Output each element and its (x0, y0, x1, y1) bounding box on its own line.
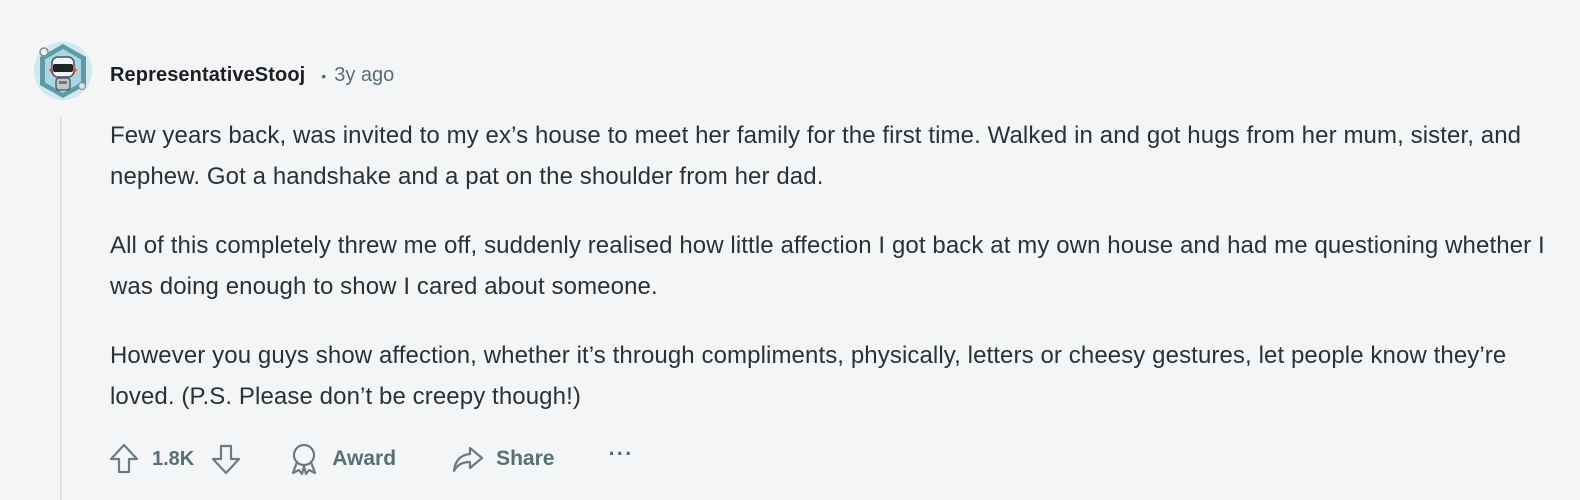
comment: RepresentativeStooj • 3y ago Few years b… (0, 0, 1580, 500)
downvote-arrow-icon[interactable] (208, 441, 244, 477)
award-button[interactable]: Award (288, 442, 396, 476)
separator-dot: • (321, 68, 327, 84)
action-bar: 1.8K Award Share ··· (106, 436, 633, 482)
award-label: Award (332, 447, 397, 470)
comment-paragraph: However you guys show affection, whether… (110, 342, 1507, 410)
avatar[interactable] (32, 40, 94, 102)
timestamp[interactable]: 3y ago (334, 64, 394, 87)
upvote-arrow-icon[interactable] (106, 441, 142, 477)
vote-count: 1.8K (152, 447, 195, 470)
thread-line[interactable] (60, 118, 62, 500)
comment-header: RepresentativeStooj • 3y ago (110, 58, 394, 92)
username[interactable]: RepresentativeStooj (110, 64, 305, 87)
comment-paragraph: All of this completely threw me off, sud… (110, 232, 1545, 300)
robot-avatar-icon (34, 42, 92, 100)
award-icon (288, 442, 320, 476)
comment-paragraph: Few years back, was invited to my ex’s h… (110, 122, 1522, 190)
more-options-button[interactable]: ··· (608, 441, 633, 467)
comment-body: Few years back, was invited to my ex’s h… (110, 116, 1550, 446)
share-button[interactable]: Share (452, 444, 554, 474)
share-label: Share (496, 447, 555, 470)
share-arrow-icon (452, 444, 484, 474)
